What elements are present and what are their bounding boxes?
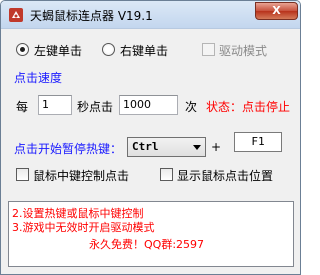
- scorpion-icon: [9, 8, 23, 22]
- app-window: 天蝎鼠标连点器 V19.1 X 左键单击 右键单击 驱动模式 点击速度 每 1 …: [0, 0, 301, 275]
- title-bar[interactable]: 天蝎鼠标连点器 V19.1 X: [1, 1, 300, 29]
- info-line-3: 永久免费！QQ群:2597: [89, 238, 205, 251]
- speed-suffix-label: 次: [185, 100, 198, 114]
- left-click-label[interactable]: 左键单击: [34, 42, 82, 59]
- left-click-radio[interactable]: [16, 43, 29, 56]
- window-title: 天蝎鼠标连点器 V19.1: [30, 9, 153, 23]
- info-line-2: 3.游戏中无效时开启驱动模式: [12, 221, 155, 234]
- speed-section-label: 点击速度: [14, 71, 63, 85]
- hotkey-modifier-value: Ctrl: [132, 140, 159, 153]
- seconds-input[interactable]: 1: [38, 95, 72, 115]
- middle-click-checkbox[interactable]: [16, 168, 29, 181]
- status-text: 状态：点击停止: [206, 100, 291, 114]
- right-click-label[interactable]: 右键单击: [120, 42, 168, 59]
- hotkey-modifier-select[interactable]: Ctrl: [127, 137, 206, 157]
- close-icon: X: [272, 4, 281, 17]
- hotkey-key-input[interactable]: F1: [234, 132, 282, 152]
- show-position-label[interactable]: 显示鼠标点击位置: [177, 167, 273, 184]
- show-position-checkbox[interactable]: [160, 168, 173, 181]
- driver-mode-label: 驱动模式: [219, 44, 268, 58]
- hotkey-label: 点击开始暂停热键：: [14, 142, 123, 156]
- right-click-radio[interactable]: [102, 43, 115, 56]
- middle-click-label[interactable]: 鼠标中键控制点击: [33, 167, 129, 184]
- clicks-input[interactable]: 1000: [119, 95, 178, 115]
- driver-mode-checkbox[interactable]: [202, 43, 215, 56]
- info-textbox[interactable]: 2.设置热键或鼠标中键控制 3.游戏中无效时开启驱动模式 永久免费！QQ群:25…: [8, 201, 294, 267]
- speed-middle-label: 秒点击: [77, 100, 114, 114]
- close-button[interactable]: X: [255, 2, 298, 20]
- chevron-down-icon: [193, 145, 201, 150]
- speed-prefix-label: 每: [16, 100, 29, 114]
- hotkey-plus-label: +: [211, 140, 222, 154]
